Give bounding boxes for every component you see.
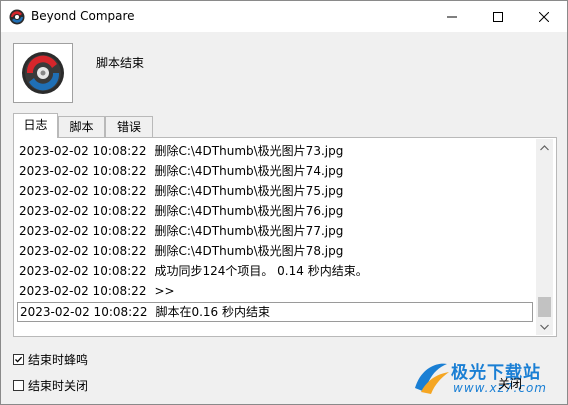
log-row[interactable]: 2023-02-02 10:08:22 删除C:\4DThumb\极光图片73.j… [19, 141, 343, 161]
log-time: 2023-02-02 10:08:22 [19, 244, 147, 258]
status-heading: 脚本结束 [96, 56, 145, 70]
beep-on-finish-checkbox[interactable] [13, 354, 24, 365]
beep-on-finish-label: 结束时蜂鸣 [28, 353, 89, 367]
tab-errors[interactable]: 错误 [105, 116, 153, 137]
log-row-selected[interactable]: 2023-02-02 10:08:22 脚本在0.16 秒内结束 [17, 302, 533, 322]
close-on-finish-checkbox[interactable] [13, 380, 24, 391]
log-message: 成功同步124个项目。 0.14 秒内结束。 [154, 264, 368, 278]
scroll-thumb[interactable] [538, 297, 551, 317]
beyond-compare-logo-icon [22, 52, 64, 94]
log-time: 2023-02-02 10:08:22 [19, 224, 147, 238]
minimize-button[interactable] [429, 1, 475, 32]
log-time: 2023-02-02 10:08:22 [20, 305, 148, 319]
beyond-compare-dialog: Beyond Compare 脚本结束 日志 脚本 错误 2023-02-02 … [0, 0, 568, 405]
log-time: 2023-02-02 10:08:22 [19, 264, 147, 278]
chevron-down-icon [540, 324, 549, 330]
log-row[interactable]: 2023-02-02 10:08:22 成功同步124个项目。 0.14 秒内结束… [19, 261, 368, 281]
beyond-compare-app-icon [9, 9, 25, 25]
close-icon [539, 11, 549, 22]
close-on-finish-option[interactable]: 结束时关闭 [13, 377, 88, 394]
window-title: Beyond Compare [31, 9, 135, 23]
beep-on-finish-option[interactable]: 结束时蜂鸣 [13, 351, 88, 368]
chevron-up-icon [540, 144, 549, 150]
tab-script[interactable]: 脚本 [58, 116, 105, 137]
log-panel: 2023-02-02 10:08:22 删除C:\4DThumb\极光图片73.j… [13, 137, 557, 337]
watermark-logo-icon [415, 363, 449, 394]
tab-log[interactable]: 日志 [13, 113, 58, 138]
maximize-icon [493, 11, 503, 22]
log-message: 删除C:\4DThumb\极光图片77.jpg [154, 224, 344, 238]
app-logo [13, 43, 73, 103]
log-list[interactable]: 2023-02-02 10:08:22 删除C:\4DThumb\极光图片73.j… [15, 139, 537, 335]
log-message: 删除C:\4DThumb\极光图片76.jpg [154, 204, 344, 218]
close-button[interactable]: 关闭 [498, 375, 522, 392]
close-on-finish-label: 结束时关闭 [28, 379, 89, 393]
log-message: 删除C:\4DThumb\极光图片75.jpg [154, 184, 344, 198]
log-time: 2023-02-02 10:08:22 [19, 144, 147, 158]
close-window-button[interactable] [521, 1, 567, 32]
watermark: 极光下载站 www.xz7.com [409, 356, 559, 404]
log-message: 脚本在0.16 秒内结束 [155, 305, 270, 319]
log-time: 2023-02-02 10:08:22 [19, 164, 147, 178]
log-row[interactable]: 2023-02-02 10:08:22 删除C:\4DThumb\极光图片77.j… [19, 221, 343, 241]
log-row[interactable]: 2023-02-02 10:08:22 删除C:\4DThumb\极光图片74.j… [19, 161, 343, 181]
log-time: 2023-02-02 10:08:22 [19, 284, 147, 298]
minimize-icon [447, 16, 457, 17]
scroll-up-button[interactable] [536, 139, 553, 156]
log-message: 删除C:\4DThumb\极光图片73.jpg [154, 144, 344, 158]
log-scrollbar[interactable] [536, 139, 553, 335]
log-time: 2023-02-02 10:08:22 [19, 204, 147, 218]
log-row[interactable]: 2023-02-02 10:08:22 删除C:\4DThumb\极光图片75.j… [19, 181, 343, 201]
checkmark-icon [15, 356, 23, 363]
title-bar[interactable]: Beyond Compare [1, 1, 567, 32]
maximize-button[interactable] [475, 1, 521, 32]
log-row[interactable]: 2023-02-02 10:08:22 >> [19, 281, 175, 301]
log-row[interactable]: 2023-02-02 10:08:22 删除C:\4DThumb\极光图片78.j… [19, 241, 343, 261]
log-message: 删除C:\4DThumb\极光图片74.jpg [154, 164, 344, 178]
log-time: 2023-02-02 10:08:22 [19, 184, 147, 198]
log-message: 删除C:\4DThumb\极光图片78.jpg [154, 244, 344, 258]
log-row[interactable]: 2023-02-02 10:08:22 删除C:\4DThumb\极光图片76.j… [19, 201, 343, 221]
scroll-down-button[interactable] [536, 318, 553, 335]
log-message: >> [154, 284, 175, 298]
watermark-text: 极光下载站 [451, 363, 541, 383]
